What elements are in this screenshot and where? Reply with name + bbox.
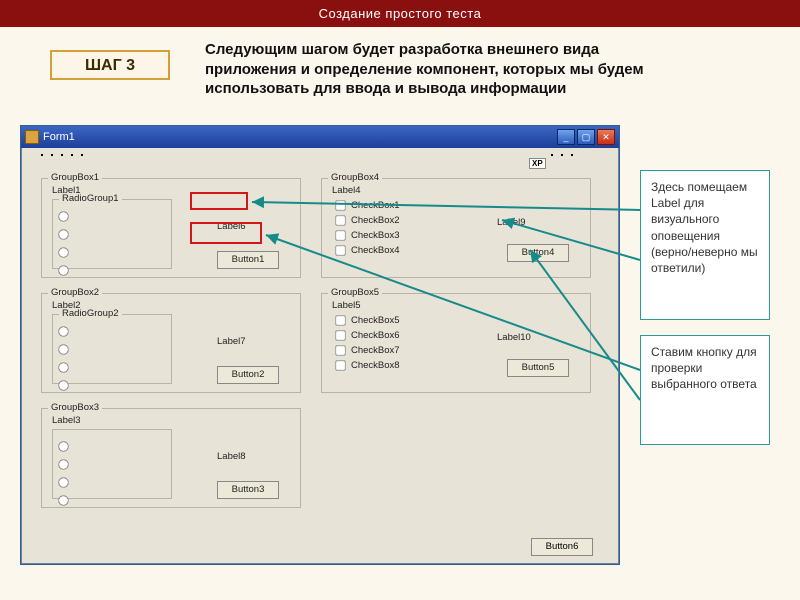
- button3[interactable]: Button3: [217, 481, 279, 499]
- maximize-button[interactable]: ▢: [577, 129, 595, 145]
- groupbox3: GroupBox3 Label3 Label8 Button3: [41, 408, 301, 508]
- groupbox5-title: GroupBox5: [328, 287, 382, 298]
- radio-option[interactable]: [57, 228, 167, 244]
- groupbox3-title: GroupBox3: [48, 402, 102, 413]
- minimize-button[interactable]: _: [557, 129, 575, 145]
- radio-option[interactable]: [57, 494, 167, 510]
- app-icon: [25, 130, 39, 144]
- radiogroup3[interactable]: [52, 429, 172, 499]
- groupbox1-title: GroupBox1: [48, 172, 102, 183]
- radio-option[interactable]: [57, 440, 167, 456]
- label8: Label8: [217, 451, 246, 462]
- radio-option[interactable]: [57, 246, 167, 262]
- step-badge: ШАГ 3: [50, 50, 170, 80]
- checkbox2[interactable]: CheckBox2: [334, 214, 400, 227]
- client-area: XP GroupBox1 Label1 RadioGroup1 Label6 B…: [21, 148, 619, 564]
- checkbox1[interactable]: CheckBox1: [334, 199, 400, 212]
- button5[interactable]: Button5: [507, 359, 569, 377]
- page-header: Создание простого теста: [0, 0, 800, 27]
- label7: Label7: [217, 336, 246, 347]
- checkbox5[interactable]: CheckBox5: [334, 314, 400, 327]
- radio-option[interactable]: [57, 458, 167, 474]
- groupbox4-title: GroupBox4: [328, 172, 382, 183]
- groupbox4: GroupBox4 Label4 CheckBox1 CheckBox2 Che…: [321, 178, 591, 278]
- note-button: Ставим кнопку для проверки выбранного от…: [640, 335, 770, 445]
- radio-option[interactable]: [57, 361, 167, 377]
- radio-option[interactable]: [57, 379, 167, 395]
- checkbox3[interactable]: CheckBox3: [334, 229, 400, 242]
- button2[interactable]: Button2: [217, 366, 279, 384]
- window-title: Form1: [43, 131, 75, 143]
- close-button[interactable]: ✕: [597, 129, 615, 145]
- groupbox1: GroupBox1 Label1 RadioGroup1 Label6 Butt…: [41, 178, 301, 278]
- checkbox6[interactable]: CheckBox6: [334, 329, 400, 342]
- lead-text: Следующим шагом будет разработка внешнег…: [205, 40, 665, 99]
- radiogroup2[interactable]: RadioGroup2: [52, 314, 172, 384]
- radiogroup1[interactable]: RadioGroup1: [52, 199, 172, 269]
- radio-option[interactable]: [57, 343, 167, 359]
- page-title: Создание простого теста: [319, 6, 482, 21]
- button6[interactable]: Button6: [531, 538, 593, 556]
- groupbox5: GroupBox5 Label5 CheckBox5 CheckBox6 Che…: [321, 293, 591, 393]
- button1[interactable]: Button1: [217, 251, 279, 269]
- form-window: Form1 _ ▢ ✕ XP GroupBox1 Label1 RadioGro…: [20, 125, 620, 565]
- checkbox8[interactable]: CheckBox8: [334, 359, 400, 372]
- label10: Label10: [497, 332, 531, 343]
- radio-option[interactable]: [57, 325, 167, 341]
- label4: Label4: [332, 185, 361, 196]
- note-label: Здесь помещаем Label для визуального опо…: [640, 170, 770, 320]
- label5: Label5: [332, 300, 361, 311]
- groupbox2: GroupBox2 Label2 RadioGroup2 Label7 Butt…: [41, 293, 301, 393]
- radio-option[interactable]: [57, 476, 167, 492]
- checkbox7[interactable]: CheckBox7: [334, 344, 400, 357]
- titlebar: Form1 _ ▢ ✕: [21, 126, 619, 148]
- label3: Label3: [52, 415, 81, 426]
- radio-option[interactable]: [57, 210, 167, 226]
- radio-option[interactable]: [57, 264, 167, 280]
- button4[interactable]: Button4: [507, 244, 569, 262]
- label6: Label6: [217, 221, 246, 232]
- step-label: ШАГ 3: [85, 57, 135, 74]
- xp-icon: XP: [529, 158, 546, 169]
- label9: Label9: [497, 217, 526, 228]
- groupbox2-title: GroupBox2: [48, 287, 102, 298]
- checkbox4[interactable]: CheckBox4: [334, 244, 400, 257]
